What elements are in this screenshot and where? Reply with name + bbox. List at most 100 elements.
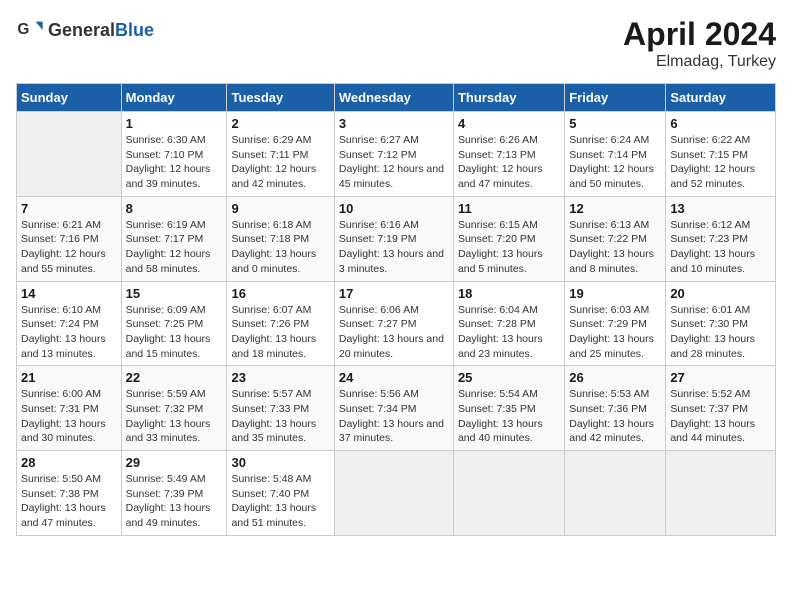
title-block: April 2024 Elmadag, Turkey xyxy=(623,16,776,71)
day-number: 27 xyxy=(670,370,771,385)
header-row: SundayMondayTuesdayWednesdayThursdayFrid… xyxy=(17,84,776,112)
day-cell: 5 Sunrise: 6:24 AMSunset: 7:14 PMDaylight… xyxy=(565,112,666,197)
day-number: 18 xyxy=(458,286,560,301)
day-info: Sunrise: 5:50 AMSunset: 7:38 PMDaylight:… xyxy=(21,472,117,531)
day-info: Sunrise: 5:56 AMSunset: 7:34 PMDaylight:… xyxy=(339,387,449,446)
logo-text-general: General xyxy=(48,20,115,40)
day-cell: 13 Sunrise: 6:12 AMSunset: 7:23 PMDayligh… xyxy=(666,196,776,281)
day-number: 12 xyxy=(569,201,661,216)
week-row-2: 7 Sunrise: 6:21 AMSunset: 7:16 PMDaylight… xyxy=(17,196,776,281)
day-cell: 3 Sunrise: 6:27 AMSunset: 7:12 PMDaylight… xyxy=(334,112,453,197)
day-number: 20 xyxy=(670,286,771,301)
day-cell: 8 Sunrise: 6:19 AMSunset: 7:17 PMDaylight… xyxy=(121,196,227,281)
col-header-sunday: Sunday xyxy=(17,84,122,112)
day-cell xyxy=(565,451,666,536)
day-info: Sunrise: 6:21 AMSunset: 7:16 PMDaylight:… xyxy=(21,218,117,277)
day-info: Sunrise: 6:07 AMSunset: 7:26 PMDaylight:… xyxy=(231,303,329,362)
day-info: Sunrise: 6:00 AMSunset: 7:31 PMDaylight:… xyxy=(21,387,117,446)
day-cell: 1 Sunrise: 6:30 AMSunset: 7:10 PMDaylight… xyxy=(121,112,227,197)
logo-text-blue: Blue xyxy=(115,20,154,40)
day-number: 6 xyxy=(670,116,771,131)
day-number: 26 xyxy=(569,370,661,385)
day-cell: 19 Sunrise: 6:03 AMSunset: 7:29 PMDayligh… xyxy=(565,281,666,366)
day-info: Sunrise: 6:10 AMSunset: 7:24 PMDaylight:… xyxy=(21,303,117,362)
day-info: Sunrise: 6:30 AMSunset: 7:10 PMDaylight:… xyxy=(126,133,223,192)
day-info: Sunrise: 5:54 AMSunset: 7:35 PMDaylight:… xyxy=(458,387,560,446)
svg-text:G: G xyxy=(17,21,29,38)
day-info: Sunrise: 6:16 AMSunset: 7:19 PMDaylight:… xyxy=(339,218,449,277)
day-number: 9 xyxy=(231,201,329,216)
week-row-3: 14 Sunrise: 6:10 AMSunset: 7:24 PMDayligh… xyxy=(17,281,776,366)
day-info: Sunrise: 6:06 AMSunset: 7:27 PMDaylight:… xyxy=(339,303,449,362)
day-info: Sunrise: 6:15 AMSunset: 7:20 PMDaylight:… xyxy=(458,218,560,277)
day-number: 29 xyxy=(126,455,223,470)
day-number: 7 xyxy=(21,201,117,216)
day-info: Sunrise: 6:12 AMSunset: 7:23 PMDaylight:… xyxy=(670,218,771,277)
day-number: 1 xyxy=(126,116,223,131)
day-info: Sunrise: 5:48 AMSunset: 7:40 PMDaylight:… xyxy=(231,472,329,531)
col-header-monday: Monday xyxy=(121,84,227,112)
day-cell: 18Sunrise: 6:04 AMSunset: 7:28 PMDayligh… xyxy=(453,281,564,366)
day-cell xyxy=(666,451,776,536)
day-number: 22 xyxy=(126,370,223,385)
day-info: Sunrise: 6:19 AMSunset: 7:17 PMDaylight:… xyxy=(126,218,223,277)
day-info: Sunrise: 5:59 AMSunset: 7:32 PMDaylight:… xyxy=(126,387,223,446)
day-info: Sunrise: 5:53 AMSunset: 7:36 PMDaylight:… xyxy=(569,387,661,446)
day-number: 24 xyxy=(339,370,449,385)
day-number: 28 xyxy=(21,455,117,470)
day-cell xyxy=(453,451,564,536)
day-info: Sunrise: 6:27 AMSunset: 7:12 PMDaylight:… xyxy=(339,133,449,192)
day-number: 4 xyxy=(458,116,560,131)
day-cell: 11 Sunrise: 6:15 AMSunset: 7:20 PMDayligh… xyxy=(453,196,564,281)
logo: G GeneralBlue xyxy=(16,16,154,44)
day-cell: 21Sunrise: 6:00 AMSunset: 7:31 PMDayligh… xyxy=(17,366,122,451)
day-info: Sunrise: 6:29 AMSunset: 7:11 PMDaylight:… xyxy=(231,133,329,192)
day-number: 3 xyxy=(339,116,449,131)
page-header: G GeneralBlue April 2024 Elmadag, Turkey xyxy=(16,16,776,71)
day-cell: 6Sunrise: 6:22 AMSunset: 7:15 PMDaylight… xyxy=(666,112,776,197)
day-number: 11 xyxy=(458,201,560,216)
day-cell: 14 Sunrise: 6:10 AMSunset: 7:24 PMDayligh… xyxy=(17,281,122,366)
day-number: 16 xyxy=(231,286,329,301)
week-row-5: 28 Sunrise: 5:50 AMSunset: 7:38 PMDayligh… xyxy=(17,451,776,536)
day-number: 19 xyxy=(569,286,661,301)
day-cell: 2 Sunrise: 6:29 AMSunset: 7:11 PMDaylight… xyxy=(227,112,334,197)
logo-icon: G xyxy=(16,16,44,44)
day-cell: 30 Sunrise: 5:48 AMSunset: 7:40 PMDayligh… xyxy=(227,451,334,536)
col-header-thursday: Thursday xyxy=(453,84,564,112)
col-header-friday: Friday xyxy=(565,84,666,112)
day-number: 5 xyxy=(569,116,661,131)
day-cell: 17 Sunrise: 6:06 AMSunset: 7:27 PMDayligh… xyxy=(334,281,453,366)
day-number: 8 xyxy=(126,201,223,216)
day-cell: 27Sunrise: 5:52 AMSunset: 7:37 PMDayligh… xyxy=(666,366,776,451)
day-info: Sunrise: 6:13 AMSunset: 7:22 PMDaylight:… xyxy=(569,218,661,277)
day-info: Sunrise: 5:57 AMSunset: 7:33 PMDaylight:… xyxy=(231,387,329,446)
calendar-table: SundayMondayTuesdayWednesdayThursdayFrid… xyxy=(16,83,776,536)
day-number: 14 xyxy=(21,286,117,301)
day-number: 2 xyxy=(231,116,329,131)
week-row-4: 21Sunrise: 6:00 AMSunset: 7:31 PMDayligh… xyxy=(17,366,776,451)
day-cell: 24 Sunrise: 5:56 AMSunset: 7:34 PMDayligh… xyxy=(334,366,453,451)
day-number: 17 xyxy=(339,286,449,301)
day-cell: 7 Sunrise: 6:21 AMSunset: 7:16 PMDaylight… xyxy=(17,196,122,281)
day-cell: 10 Sunrise: 6:16 AMSunset: 7:19 PMDayligh… xyxy=(334,196,453,281)
day-cell xyxy=(334,451,453,536)
day-cell: 16 Sunrise: 6:07 AMSunset: 7:26 PMDayligh… xyxy=(227,281,334,366)
day-info: Sunrise: 6:18 AMSunset: 7:18 PMDaylight:… xyxy=(231,218,329,277)
week-row-1: 1 Sunrise: 6:30 AMSunset: 7:10 PMDaylight… xyxy=(17,112,776,197)
day-info: Sunrise: 5:49 AMSunset: 7:39 PMDaylight:… xyxy=(126,472,223,531)
day-info: Sunrise: 6:01 AMSunset: 7:30 PMDaylight:… xyxy=(670,303,771,362)
day-number: 30 xyxy=(231,455,329,470)
day-cell: 9 Sunrise: 6:18 AMSunset: 7:18 PMDaylight… xyxy=(227,196,334,281)
day-info: Sunrise: 6:03 AMSunset: 7:29 PMDaylight:… xyxy=(569,303,661,362)
col-header-wednesday: Wednesday xyxy=(334,84,453,112)
day-cell: 15Sunrise: 6:09 AMSunset: 7:25 PMDayligh… xyxy=(121,281,227,366)
day-number: 13 xyxy=(670,201,771,216)
day-info: Sunrise: 6:24 AMSunset: 7:14 PMDaylight:… xyxy=(569,133,661,192)
day-number: 10 xyxy=(339,201,449,216)
day-cell: 28 Sunrise: 5:50 AMSunset: 7:38 PMDayligh… xyxy=(17,451,122,536)
day-cell: 25Sunrise: 5:54 AMSunset: 7:35 PMDayligh… xyxy=(453,366,564,451)
day-cell: 20 Sunrise: 6:01 AMSunset: 7:30 PMDayligh… xyxy=(666,281,776,366)
day-cell: 26 Sunrise: 5:53 AMSunset: 7:36 PMDayligh… xyxy=(565,366,666,451)
day-number: 15 xyxy=(126,286,223,301)
